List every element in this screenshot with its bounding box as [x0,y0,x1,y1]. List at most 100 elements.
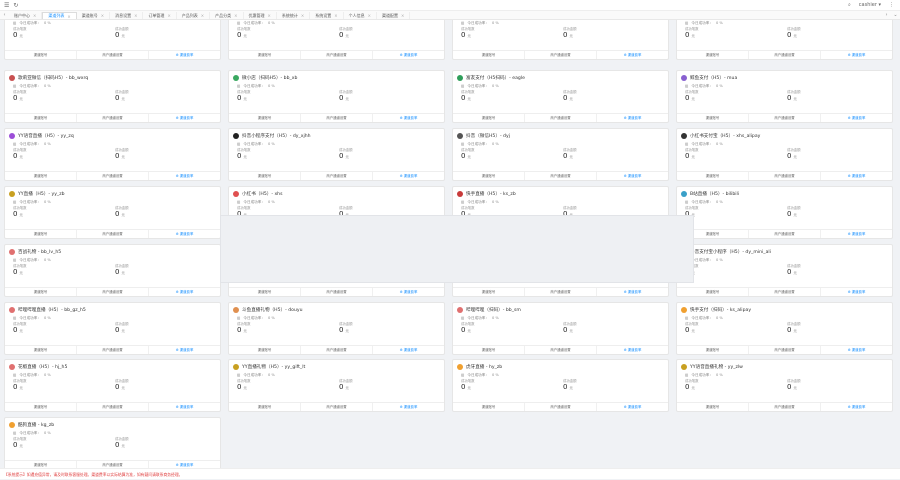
channel-account-button[interactable]: 渠道账号 [229,346,301,354]
channel-account-button[interactable]: 渠道账号 [5,172,77,180]
channel-account-button[interactable]: 渠道账号 [677,51,749,59]
tab-scroll-left-icon[interactable]: ‹ [0,12,9,18]
merchant-channel-button[interactable]: 商户通道设置 [77,230,149,238]
merchant-channel-button[interactable]: 商户通道设置 [749,346,821,354]
channel-account-button[interactable]: 渠道账号 [229,288,301,296]
merchant-channel-button[interactable]: 商户通道设置 [525,403,597,411]
channel-account-button[interactable]: 渠道账号 [5,114,77,122]
channel-account-button[interactable]: 渠道账号 [5,51,77,59]
tab-10[interactable]: 个人信息 × [344,12,377,19]
tab-close-icon[interactable]: × [401,13,404,18]
tab-close-icon[interactable]: × [167,13,170,18]
tab-6[interactable]: 产品分类 × [210,12,244,19]
tab-8[interactable]: 系统统计 × [277,12,311,19]
merchant-channel-button[interactable]: 商户通道设置 [77,461,149,468]
merchant-channel-button[interactable]: 商户通道设置 [77,51,149,59]
channel-rate-button[interactable]: ⚙ 渠道费率 [597,114,668,122]
merchant-channel-button[interactable]: 商户通道设置 [301,172,373,180]
channel-account-button[interactable]: 渠道账号 [5,230,77,238]
merchant-channel-button[interactable]: 商户通道设置 [525,288,597,296]
channel-rate-button[interactable]: ⚙ 渠道费率 [821,230,892,238]
tab-close-icon[interactable]: × [334,13,337,18]
merchant-channel-button[interactable]: 商户通道设置 [301,51,373,59]
refresh-icon[interactable]: ↻ [13,2,18,9]
merchant-channel-button[interactable]: 商户通道设置 [525,51,597,59]
merchant-channel-button[interactable]: 商户通道设置 [77,114,149,122]
tab-close-icon[interactable]: × [268,13,271,18]
merchant-channel-button[interactable]: 商户通道设置 [525,114,597,122]
merchant-channel-button[interactable]: 商户通道设置 [749,403,821,411]
channel-account-button[interactable]: 渠道账号 [677,288,749,296]
channel-rate-button[interactable]: ⚙ 渠道费率 [373,403,444,411]
tab-close-icon[interactable]: × [368,13,371,18]
merchant-channel-button[interactable]: 商户通道设置 [749,51,821,59]
merchant-channel-button[interactable]: 商户通道设置 [301,288,373,296]
merchant-channel-button[interactable]: 商户通道设置 [301,403,373,411]
channel-rate-button[interactable]: ⚙ 渠道费率 [821,403,892,411]
tab-close-icon[interactable]: × [234,13,237,18]
channel-rate-button[interactable]: ⚙ 渠道费率 [597,288,668,296]
channel-account-button[interactable]: 渠道账号 [453,346,525,354]
channel-account-button[interactable]: 渠道账号 [453,114,525,122]
channel-account-button[interactable]: 渠道账号 [229,51,301,59]
tab-2[interactable]: 渠道账号 × [77,12,111,19]
merchant-channel-button[interactable]: 商户通道设置 [77,403,149,411]
channel-account-button[interactable]: 渠道账号 [677,172,749,180]
merchant-channel-button[interactable]: 商户通道设置 [77,172,149,180]
channel-rate-button[interactable]: ⚙ 渠道费率 [597,51,668,59]
channel-rate-button[interactable]: ⚙ 渠道费率 [597,346,668,354]
channel-rate-button[interactable]: ⚙ 渠道费率 [597,172,668,180]
tab-11[interactable]: 渠道配置 × [377,12,411,19]
channel-rate-button[interactable]: ⚙ 渠道费率 [149,51,220,59]
channel-rate-button[interactable]: ⚙ 渠道费率 [373,172,444,180]
search-icon[interactable]: ⌕ [848,2,851,8]
merchant-channel-button[interactable]: 商户通道设置 [77,288,149,296]
merchant-channel-button[interactable]: 商户通道设置 [749,172,821,180]
tab-1[interactable]: 渠道列表 × [42,12,77,19]
menu-icon[interactable]: ☰ [4,2,9,9]
channel-rate-button[interactable]: ⚙ 渠道费率 [149,230,220,238]
channel-account-button[interactable]: 渠道账号 [5,403,77,411]
channel-account-button[interactable]: 渠道账号 [453,288,525,296]
channel-account-button[interactable]: 渠道账号 [453,403,525,411]
channel-account-button[interactable]: 渠道账号 [5,346,77,354]
tab-4[interactable]: 订单管理 × [143,12,177,19]
channel-rate-button[interactable]: ⚙ 渠道费率 [821,114,892,122]
tab-5[interactable]: 产品列表 × [177,12,211,19]
merchant-channel-button[interactable]: 商户通道设置 [301,346,373,354]
channel-rate-button[interactable]: ⚙ 渠道费率 [149,346,220,354]
tab-close-icon[interactable]: × [201,13,204,18]
channel-account-button[interactable]: 渠道账号 [229,172,301,180]
channel-account-button[interactable]: 渠道账号 [229,114,301,122]
channel-account-button[interactable]: 渠道账号 [453,172,525,180]
merchant-channel-button[interactable]: 商户通道设置 [749,230,821,238]
channel-account-button[interactable]: 渠道账号 [5,461,77,468]
channel-rate-button[interactable]: ⚙ 渠道费率 [821,346,892,354]
channel-rate-button[interactable]: ⚙ 渠道费率 [149,288,220,296]
channel-rate-button[interactable]: ⚙ 渠道费率 [149,172,220,180]
merchant-channel-button[interactable]: 商户通道设置 [749,288,821,296]
channel-rate-button[interactable]: ⚙ 渠道费率 [821,172,892,180]
channel-rate-button[interactable]: ⚙ 渠道费率 [373,288,444,296]
channel-rate-button[interactable]: ⚙ 渠道费率 [821,51,892,59]
merchant-channel-button[interactable]: 商户通道设置 [525,172,597,180]
tab-close-icon[interactable]: × [134,13,137,18]
channel-account-button[interactable]: 渠道账号 [5,288,77,296]
user-menu[interactable]: cashier ▾ [859,2,881,8]
channel-account-button[interactable]: 渠道账号 [229,403,301,411]
tab-close-icon[interactable]: × [67,14,70,19]
channel-account-button[interactable]: 渠道账号 [677,346,749,354]
channel-rate-button[interactable]: ⚙ 渠道费率 [373,114,444,122]
tab-close-icon[interactable]: × [33,13,36,18]
tab-close-icon[interactable]: × [301,13,304,18]
tab-close-icon[interactable]: × [101,13,104,18]
channel-rate-button[interactable]: ⚙ 渠道费率 [821,288,892,296]
merchant-channel-button[interactable]: 商户通道设置 [525,346,597,354]
more-icon[interactable]: ⋮ [889,2,894,8]
tab-9[interactable]: 系统设置 × [310,12,344,19]
tab-menu-icon[interactable]: ⌄ [891,12,900,18]
tab-3[interactable]: 消息设置 × [110,12,144,19]
merchant-channel-button[interactable]: 商户通道设置 [77,346,149,354]
channel-rate-button[interactable]: ⚙ 渠道费率 [373,51,444,59]
channel-account-button[interactable]: 渠道账号 [677,114,749,122]
